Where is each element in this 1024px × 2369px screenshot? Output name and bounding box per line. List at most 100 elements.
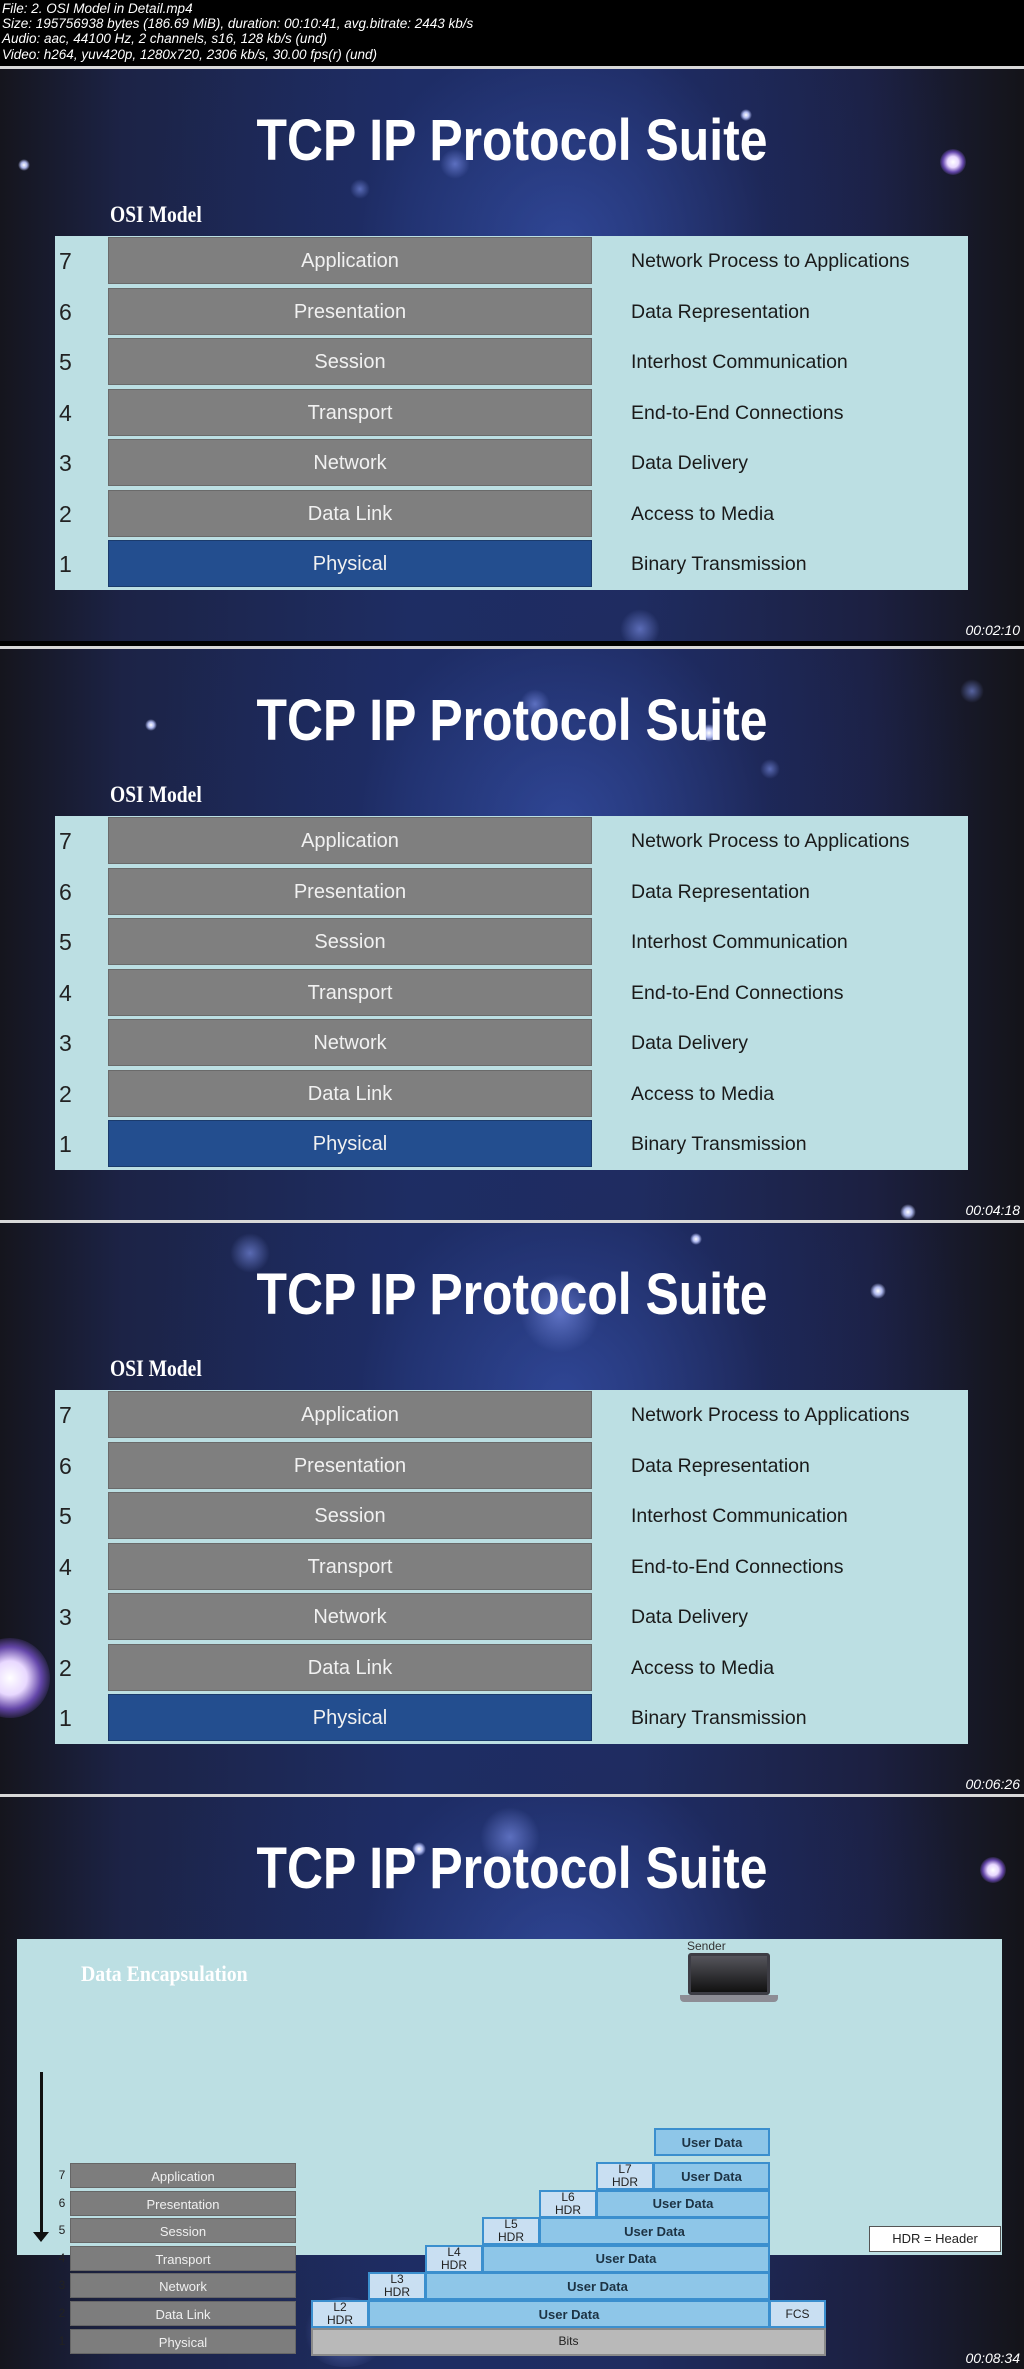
layer-description: End-to-End Connections [631,401,844,424]
layer-number: 5 [59,1503,72,1529]
bokeh-light [620,609,660,641]
layer-description: Interhost Communication [631,1505,848,1527]
layer-description: Access to Media [631,502,775,525]
osi-row: 7 Application Network Process to Applicati… [55,816,968,867]
bokeh-light [960,679,984,703]
osi-model-heading: OSI Model [110,782,202,807]
osi-row: 1 Physical Binary Transmission [55,539,968,590]
layer-name: Session [108,338,592,385]
layer-description: Data Representation [631,880,810,903]
slide-title: TCP IP Protocol Suite [256,688,768,753]
encapsulation-layer: Application [70,2163,296,2188]
bokeh-light [690,1233,702,1245]
bokeh-light [0,1638,50,1718]
encapsulation-panel: Data Encapsulation Sender 7 Application 6 P… [17,1939,1002,2356]
layer-description: End-to-End Connections [631,981,844,1004]
encapsulation-layer: Network [70,2273,296,2299]
video-info-header: File: 2. OSI Model in Detail.mp4 Size: 1… [2,0,1022,67]
osi-row: 4 Transport End-to-End Connections [55,1542,968,1593]
layer-description: Data Delivery [631,1606,749,1628]
layer-number: 6 [59,878,72,905]
layer-description: Data Delivery [631,1032,749,1054]
layer-name: Network [108,439,592,486]
bokeh-light [350,179,370,199]
layer-description: Network Process to Applications [631,1404,910,1426]
osi-row: 5 Session Interhost Communication [55,917,968,968]
osi-row: 6 Presentation Data Representation [55,287,968,338]
layer-description: End-to-End Connections [631,1555,844,1578]
layer-name: Data Link [108,1069,592,1117]
encapsulation-layer: Physical [70,2328,296,2354]
frame-timestamp: 00:08:34 [965,2350,1021,2366]
layer-name: Transport [108,968,592,1016]
osi-row: 5 Session Interhost Communication [55,1491,968,1542]
bokeh-light [760,759,780,779]
bits-bar: Bits [311,2327,826,2356]
osi-row: 4 Transport End-to-End Connections [55,968,968,1019]
layer-description: Data Representation [631,1454,810,1477]
osi-row: 5 Session Interhost Communication [55,337,968,388]
layer-description: Binary Transmission [631,553,807,575]
layer-name: Transport [108,1542,592,1590]
osi-row: 6 Presentation Data Representation [55,867,968,918]
user-data-box: User Data [654,2128,770,2156]
user-data-box: User Data [539,2217,770,2246]
osi-table: 7 Application Network Process to Applicati… [55,816,968,1170]
layer-number: 7 [59,828,72,854]
osi-row: 2 Data Link Access to Media [55,1069,968,1120]
file-size: Size: 195756938 bytes (186.69 MiB), dura… [2,16,474,32]
layer-number: 2 [59,1654,72,1681]
osi-row: 2 Data Link Access to Media [55,1643,968,1694]
osi-row: 1 Physical Binary Transmission [55,1119,968,1170]
osi-row: 3 Network Data Delivery [55,1018,968,1069]
frame-timestamp: 00:02:10 [965,622,1021,638]
osi-table: 7 Application Network Process to Applicati… [55,1390,968,1744]
layer-number: 6 [59,298,72,325]
user-data-box: User Data [425,2272,770,2301]
layer-name: Application [108,237,592,284]
encapsulation-title: Data Encapsulation [81,1961,248,1986]
layer-number: 2 [59,1080,72,1107]
laptop-icon [688,1953,770,1995]
user-data-box: User Data [596,2189,770,2218]
osi-row: 3 Network Data Delivery [55,1592,968,1643]
osi-row: 6 Presentation Data Representation [55,1441,968,1492]
layer-name: Presentation [108,867,592,915]
layer-number: 4 [59,1553,72,1580]
osi-row: 3 Network Data Delivery [55,438,968,489]
layer-number: 4 [59,399,72,426]
layer-number: 6 [59,1452,72,1479]
layer-description: Data Representation [631,300,810,323]
layer-description: Binary Transmission [631,1707,807,1729]
layer-number: 1 [59,1131,72,1157]
layer-description: Data Delivery [631,452,749,474]
layer-number: 1 [59,1705,72,1731]
frame-timestamp: 00:04:18 [965,1202,1021,1218]
encapsulation-layer: Presentation [70,2190,296,2216]
layer-description: Access to Media [631,1656,775,1679]
osi-row: 2 Data Link Access to Media [55,489,968,540]
layer-name: Data Link [108,1643,592,1691]
encapsulation-layer: Data Link [70,2301,296,2326]
osi-row: 7 Application Network Process to Applicati… [55,1390,968,1441]
header-box: L5 HDR [482,2217,540,2246]
slide-title: TCP IP Protocol Suite [256,108,768,173]
layer-name: Presentation [108,287,592,335]
header-box: L6 HDR [539,2189,597,2218]
layer-number: 7 [59,248,72,274]
header-box: L3 HDR [368,2272,426,2301]
layer-name: Application [108,1391,592,1438]
bokeh-light [18,159,30,171]
layer-number: 2 [59,500,72,527]
layer-name: Session [108,1492,592,1539]
layer-name: Transport [108,388,592,436]
header-box: L7 HDR [596,2162,654,2190]
osi-row: 7 Application Network Process to Applicati… [55,236,968,287]
layer-description: Interhost Communication [631,351,848,373]
video-frame-4: TCP IP Protocol Suite Data Encapsulation… [0,1794,1024,2369]
layer-name: Presentation [108,1441,592,1489]
user-data-box: User Data [482,2244,770,2273]
file-name: File: 2. OSI Model in Detail.mp4 [2,1,193,16]
slide-title: TCP IP Protocol Suite [256,1836,768,1901]
header-box: L4 HDR [425,2244,483,2273]
